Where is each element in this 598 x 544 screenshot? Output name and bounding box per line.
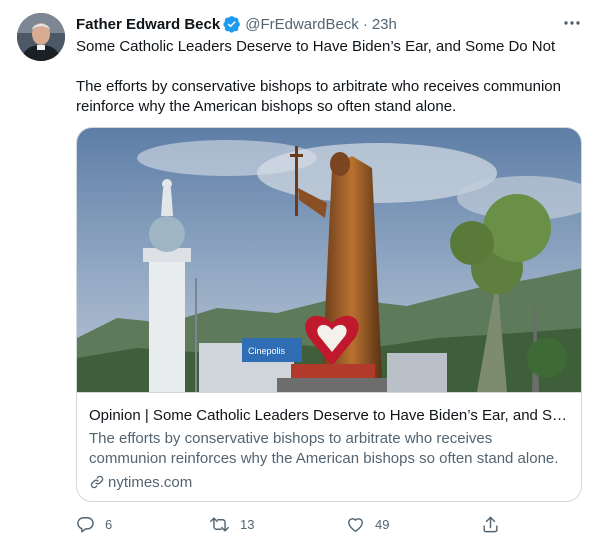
verified-badge-icon [223, 15, 241, 33]
author-name[interactable]: Father Edward Beck [76, 16, 220, 33]
tweet-text-line2: The efforts by conservative bishops to a… [76, 78, 561, 115]
tweet[interactable]: Father Edward Beck @FrEdwardBeck · 23h S… [0, 0, 598, 544]
link-icon [90, 475, 104, 489]
reply-button[interactable]: 6 [76, 510, 112, 538]
share-button[interactable] [481, 510, 500, 538]
statue-photo-icon: Cinepolis [77, 128, 581, 392]
tweet-timestamp[interactable]: 23h [372, 16, 397, 33]
tweet-actions: 6 13 49 [76, 510, 506, 538]
profile-avatar-icon [17, 13, 65, 61]
author-handle[interactable]: @FrEdwardBeck [245, 16, 359, 33]
link-preview-domain: nytimes.com [89, 472, 192, 492]
share-icon [483, 516, 498, 532]
tweet-text: Some Catholic Leaders Deserve to Have Bi… [76, 37, 576, 117]
retweet-button[interactable]: 13 [209, 510, 254, 538]
author-avatar[interactable] [17, 13, 65, 61]
more-dots-icon [564, 21, 580, 25]
link-preview-description: The efforts by conservative bishops to a… [89, 430, 559, 467]
like-count: 49 [375, 516, 390, 532]
link-preview-card[interactable]: Cinepolis Opinion | Some Catholic Leader… [76, 127, 582, 502]
link-preview-body: Opinion | Some Catholic Leaders Deserve … [77, 392, 581, 501]
retweet-icon [210, 516, 229, 532]
separator-dot: · [362, 15, 368, 33]
reply-count: 6 [105, 516, 113, 532]
link-preview-title: Opinion | Some Catholic Leaders Deserve … [89, 407, 569, 424]
tweet-text-line1: Some Catholic Leaders Deserve to Have Bi… [76, 38, 556, 55]
heart-icon [348, 517, 363, 532]
more-options-button[interactable] [560, 14, 584, 32]
tweet-header: Father Edward Beck @FrEdwardBeck · 23h [76, 14, 397, 34]
link-domain-text: nytimes.com [108, 473, 193, 491]
like-button[interactable]: 49 [346, 510, 389, 538]
retweet-count: 13 [240, 516, 255, 532]
reply-icon [77, 516, 94, 532]
image-sign-text: Cinepolis [248, 346, 286, 356]
